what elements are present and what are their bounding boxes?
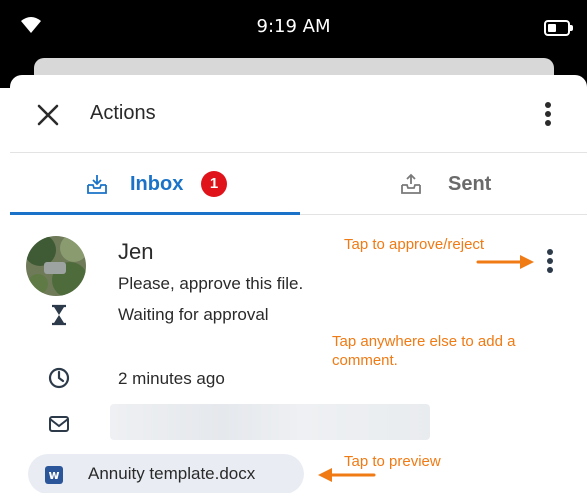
status-bar: 9:19 AM	[0, 0, 587, 58]
inbox-count-badge: 1	[201, 171, 227, 197]
avatar	[26, 236, 86, 296]
sender-name: Jen	[118, 239, 154, 264]
outbox-icon	[401, 173, 421, 194]
close-icon[interactable]	[36, 103, 60, 127]
actions-sheet: Actions Inbox 1 Sent Jen Please, approve…	[10, 75, 587, 493]
hourglass-icon	[52, 304, 66, 326]
more-options-icon[interactable]	[536, 99, 560, 129]
tab-sent-label: Sent	[448, 173, 492, 195]
attachment-chip[interactable]: w Annuity template.docx	[28, 454, 304, 493]
page-title: Actions	[90, 102, 156, 124]
sender-email-redacted	[110, 404, 430, 440]
tab-sent[interactable]: Sent	[300, 153, 587, 215]
annotation-arrow-left	[318, 468, 376, 482]
request-message: Please, approve this file.	[118, 274, 304, 293]
request-time: 2 minutes ago	[118, 369, 225, 388]
tab-bar: Inbox 1 Sent	[10, 153, 587, 215]
clock-icon	[48, 367, 70, 389]
word-document-icon: w	[45, 466, 63, 484]
tab-selected-indicator	[10, 212, 300, 215]
tab-inbox[interactable]: Inbox 1	[10, 153, 300, 215]
approval-status: Waiting for approval	[118, 305, 269, 324]
annotation-approve: Tap to approve/reject	[344, 236, 485, 253]
sheet-header: Actions	[10, 75, 587, 153]
annotation-arrow-right	[476, 255, 534, 269]
tab-inbox-label: Inbox	[130, 173, 184, 195]
item-actions-icon[interactable]	[538, 245, 562, 277]
annotation-comment: Tap anywhere else to add a comment.	[332, 333, 516, 369]
inbox-icon	[87, 175, 107, 194]
battery-icon	[544, 20, 573, 36]
status-time: 9:19 AM	[256, 16, 331, 37]
mail-icon	[49, 416, 69, 432]
attachment-name: Annuity template.docx	[88, 464, 256, 483]
